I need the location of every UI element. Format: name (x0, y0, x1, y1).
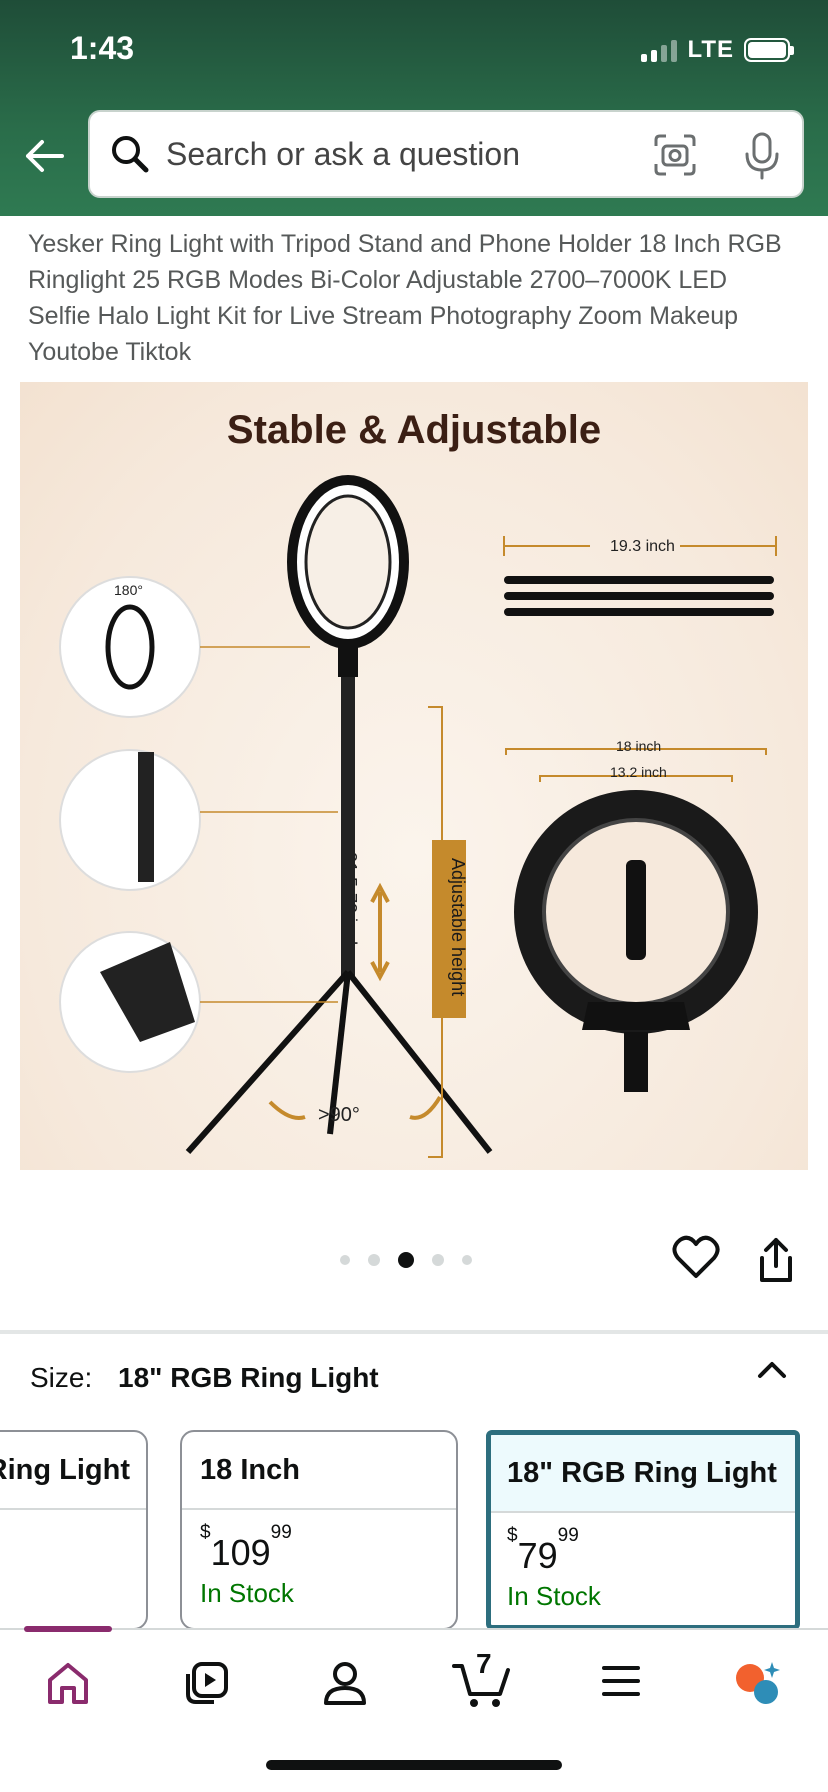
height-caption-label: Adjustable height (448, 858, 468, 997)
size-option-price: $10999 (182, 1510, 456, 1574)
status-indicators: LTE (641, 36, 794, 64)
stock-status: In Stock (507, 1581, 601, 1611)
chevron-up-icon[interactable] (754, 1352, 790, 1393)
cart-icon[interactable]: 7 (452, 1648, 512, 1715)
currency-symbol: $ (200, 1522, 211, 1543)
top-header: 1:43 LTE Search or ask a question (0, 0, 828, 216)
size-option-card[interactable]: Ring Light (0, 1430, 148, 1630)
size-option-card-selected[interactable]: 18" RGB Ring Light $7999 In Stock (486, 1430, 800, 1630)
size-option-card[interactable]: 18 Inch $10999 In Stock (180, 1430, 458, 1630)
microphone-icon[interactable] (742, 130, 782, 185)
ring-light-illustration (59, 475, 777, 1158)
rotation-label: 180° (114, 582, 143, 598)
product-title[interactable]: Yesker Ring Light with Tripod Stand and … (28, 226, 788, 370)
search-bar[interactable]: Search or ask a question (88, 110, 804, 198)
size-selector-header[interactable]: Size: 18" RGB Ring Light (30, 1362, 379, 1394)
height-range-label: 31.5-73 inch (340, 852, 360, 952)
size-option-price: $7999 (491, 1513, 795, 1577)
menu-icon[interactable] (600, 1660, 642, 1707)
outer-diameter-label: 18 inch (616, 738, 662, 754)
product-image[interactable]: Stable & Adjustable 180° 19.3 inch 18 in… (20, 382, 808, 1170)
image-carousel-dots[interactable] (340, 1252, 472, 1268)
size-label: Size: (30, 1362, 93, 1393)
size-option-name: Ring Light (0, 1432, 146, 1510)
inner-diameter-label: 13.2 inch (610, 764, 667, 780)
active-tab-indicator (24, 1626, 112, 1632)
back-arrow-icon[interactable] (22, 134, 66, 178)
heart-icon[interactable] (672, 1234, 720, 1285)
share-icon[interactable] (756, 1236, 796, 1289)
currency-symbol: $ (507, 1525, 518, 1546)
home-indicator[interactable] (266, 1760, 562, 1770)
cellular-signal-icon (641, 38, 678, 62)
price-cents: 99 (557, 1525, 579, 1546)
camera-lens-icon[interactable] (652, 132, 698, 183)
size-selected-value: 18" RGB Ring Light (118, 1362, 379, 1393)
carousel-dot[interactable] (368, 1254, 380, 1266)
price-whole: 109 (210, 1532, 271, 1573)
carousel-dot-active[interactable] (398, 1252, 414, 1268)
cart-count: 7 (476, 1648, 492, 1679)
price-cents: 99 (270, 1522, 292, 1543)
section-divider (0, 1330, 828, 1334)
search-input[interactable]: Search or ask a question (166, 136, 520, 173)
home-icon[interactable] (44, 1660, 92, 1711)
status-time: 1:43 (70, 30, 135, 66)
battery-icon (744, 38, 794, 62)
leg-angle-label: >90° (318, 1104, 360, 1126)
carousel-dot[interactable] (432, 1254, 444, 1266)
stock-status: In Stock (200, 1578, 294, 1608)
size-option-name: 18" RGB Ring Light (491, 1435, 795, 1513)
network-type: LTE (687, 36, 734, 63)
rufus-icon[interactable] (734, 1660, 782, 1711)
search-icon (108, 132, 152, 181)
carousel-dot[interactable] (340, 1255, 350, 1265)
video-icon[interactable] (184, 1660, 230, 1711)
price-whole: 79 (517, 1535, 558, 1576)
account-icon[interactable] (322, 1660, 368, 1711)
size-option-name: 18 Inch (182, 1432, 456, 1510)
carousel-dot[interactable] (462, 1255, 472, 1265)
folded-length-label: 19.3 inch (610, 538, 675, 555)
